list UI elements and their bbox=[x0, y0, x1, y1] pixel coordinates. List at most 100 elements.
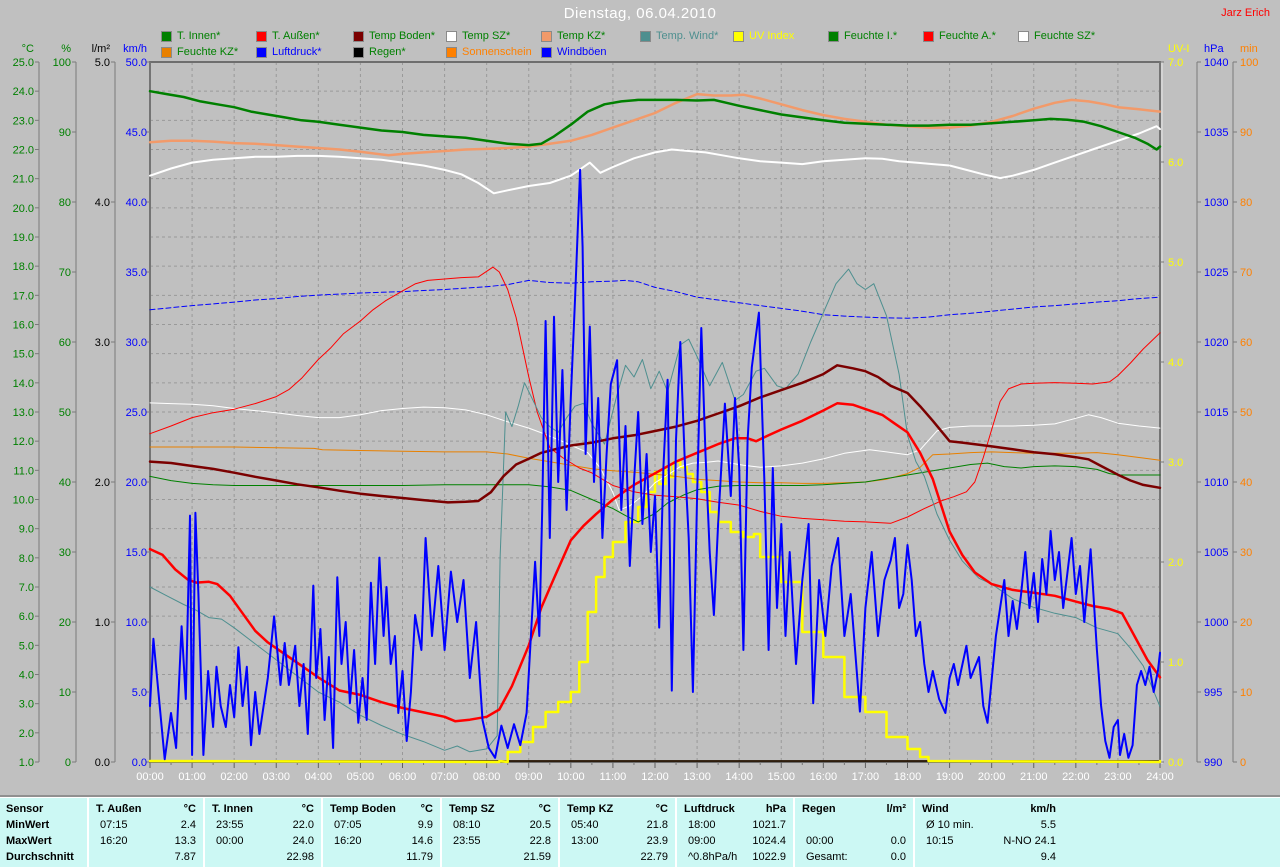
legend-swatch-feuchte-sz bbox=[1018, 31, 1029, 42]
table-value: 23.9 bbox=[588, 834, 668, 848]
legend-swatch-sonnenschein bbox=[446, 47, 457, 58]
axis-tick-label: 4.0 bbox=[1168, 357, 1183, 369]
x-axis-label: 00:00 bbox=[136, 771, 164, 783]
axis-tick-label: 20.0 bbox=[126, 477, 147, 489]
x-axis-label: 13:00 bbox=[683, 771, 711, 783]
x-axis-label: 08:00 bbox=[473, 771, 501, 783]
x-axis-label: 05:00 bbox=[347, 771, 375, 783]
axis-tick-label: 20 bbox=[1240, 617, 1252, 629]
axis-tick-label: 3.0 bbox=[95, 337, 110, 349]
axis-tick-label: 3.0 bbox=[19, 699, 34, 711]
legend-label: Feuchte SZ* bbox=[1034, 30, 1095, 42]
table-header-unit: l/m² bbox=[836, 802, 906, 816]
axis-tick-label: 18.0 bbox=[13, 261, 34, 273]
axis-tick-label: 60 bbox=[59, 337, 71, 349]
legend-label: T. Außen* bbox=[272, 30, 320, 42]
legend-label: Sonnenschein bbox=[462, 46, 532, 58]
axis-tick-label: 40.0 bbox=[126, 197, 147, 209]
axis-title-pct: % bbox=[61, 43, 71, 55]
legend-item-temp-wind: Temp. Wind* bbox=[640, 30, 718, 42]
axis-tick-label: 14.0 bbox=[13, 378, 34, 390]
axis-title-min: min bbox=[1240, 43, 1258, 55]
table-value: 21.8 bbox=[588, 818, 668, 832]
table-header-unit: °C bbox=[363, 802, 433, 816]
x-axis-label: 24:00 bbox=[1146, 771, 1174, 783]
table-separator bbox=[913, 798, 915, 867]
axis-tick-label: 21.0 bbox=[13, 174, 34, 186]
legend-swatch-temp-boden bbox=[353, 31, 364, 42]
axis-tick-label: 10.0 bbox=[126, 617, 147, 629]
axis-tick-label: 1.0 bbox=[19, 757, 34, 769]
table-value: 9.9 bbox=[353, 818, 433, 832]
axis-tick-label: 80 bbox=[1240, 197, 1252, 209]
axis-tick-label: 45.0 bbox=[126, 127, 147, 139]
page-title: Dienstag, 06.04.2010 bbox=[0, 5, 1280, 22]
legend-item-t-innen: T. Innen* bbox=[161, 30, 220, 42]
axis-tick-label: 90 bbox=[1240, 127, 1252, 139]
legend-item-feuchte-i: Feuchte I.* bbox=[828, 30, 897, 42]
axis-tick-label: 25.0 bbox=[13, 57, 34, 69]
table-separator bbox=[87, 798, 89, 867]
table-header-unit: °C bbox=[126, 802, 196, 816]
axis-title-C: °C bbox=[22, 43, 34, 55]
axis-tick-label: 20.0 bbox=[13, 203, 34, 215]
legend-label: Temp SZ* bbox=[462, 30, 510, 42]
legend-label: UV Index bbox=[749, 30, 794, 42]
axis-tick-label: 0.0 bbox=[132, 757, 147, 769]
table-header-unit: km/h bbox=[986, 802, 1056, 816]
legend-swatch-regen bbox=[353, 47, 364, 58]
axis-tick-label: 1035 bbox=[1204, 127, 1228, 139]
attribution-label: Jarz Erich bbox=[1221, 7, 1270, 19]
axis-tick-label: 10 bbox=[1240, 687, 1252, 699]
axis-tick-label: 30.0 bbox=[126, 337, 147, 349]
stats-table: SensorMinWertMaxWertDurchschnittT. Außen… bbox=[0, 797, 1280, 867]
legend-swatch-luftdruck bbox=[256, 47, 267, 58]
axis-tick-label: 80 bbox=[59, 197, 71, 209]
legend-item-temp-sz: Temp SZ* bbox=[446, 30, 510, 42]
axis-tick-label: 24.0 bbox=[13, 86, 34, 98]
legend-swatch-feuchte-kz bbox=[161, 47, 172, 58]
axis-tick-label: 0.0 bbox=[1168, 757, 1183, 769]
axis-tick-label: 3.0 bbox=[1168, 457, 1183, 469]
axis-tick-label: 5.0 bbox=[19, 640, 34, 652]
x-axis-label: 07:00 bbox=[431, 771, 459, 783]
axis-tick-label: 19.0 bbox=[13, 232, 34, 244]
axis-tick-label: 15.0 bbox=[13, 349, 34, 361]
axis-tick-label: 50 bbox=[1240, 407, 1252, 419]
x-axis-label: 21:00 bbox=[1020, 771, 1048, 783]
axis-tick-label: 9.0 bbox=[19, 524, 34, 536]
axis-tick-label: 990 bbox=[1204, 757, 1222, 769]
axis-tick-label: 7.0 bbox=[1168, 57, 1183, 69]
x-axis-label: 03:00 bbox=[262, 771, 290, 783]
axis-tick-label: 1015 bbox=[1204, 407, 1228, 419]
axis-tick-label: 5.0 bbox=[1168, 257, 1183, 269]
axis-tick-label: 60 bbox=[1240, 337, 1252, 349]
legend-item-luftdruck: Luftdruck* bbox=[256, 46, 322, 58]
table-value: 20.5 bbox=[471, 818, 551, 832]
axis-tick-label: 7.0 bbox=[19, 582, 34, 594]
legend-label: Luftdruck* bbox=[272, 46, 322, 58]
legend-label: Feuchte A.* bbox=[939, 30, 996, 42]
axis-tick-label: 6.0 bbox=[1168, 157, 1183, 169]
table-value: N-NO 24.1 bbox=[976, 834, 1056, 848]
axis-tick-label: 0.0 bbox=[95, 757, 110, 769]
table-value: 22.0 bbox=[234, 818, 314, 832]
axis-tick-label: 4.0 bbox=[19, 670, 34, 682]
axis-tick-label: 15.0 bbox=[126, 547, 147, 559]
x-axis-label: 12:00 bbox=[641, 771, 669, 783]
axis-tick-label: 70 bbox=[59, 267, 71, 279]
axis-tick-label: 40 bbox=[59, 477, 71, 489]
table-value: 0.0 bbox=[826, 834, 906, 848]
legend-label: Feuchte KZ* bbox=[177, 46, 238, 58]
legend-item-feuchte-a: Feuchte A.* bbox=[923, 30, 996, 42]
axis-tick-label: 40 bbox=[1240, 477, 1252, 489]
table-header-unit: °C bbox=[244, 802, 314, 816]
axis-tick-label: 25.0 bbox=[126, 407, 147, 419]
axis-tick-label: 16.0 bbox=[13, 320, 34, 332]
table-value-time: 10:15 bbox=[926, 834, 954, 848]
axis-tick-label: 30 bbox=[59, 547, 71, 559]
table-value: 24.0 bbox=[234, 834, 314, 848]
table-separator bbox=[558, 798, 560, 867]
legend-label: Temp. Wind* bbox=[656, 30, 718, 42]
axis-tick-label: 1005 bbox=[1204, 547, 1228, 559]
